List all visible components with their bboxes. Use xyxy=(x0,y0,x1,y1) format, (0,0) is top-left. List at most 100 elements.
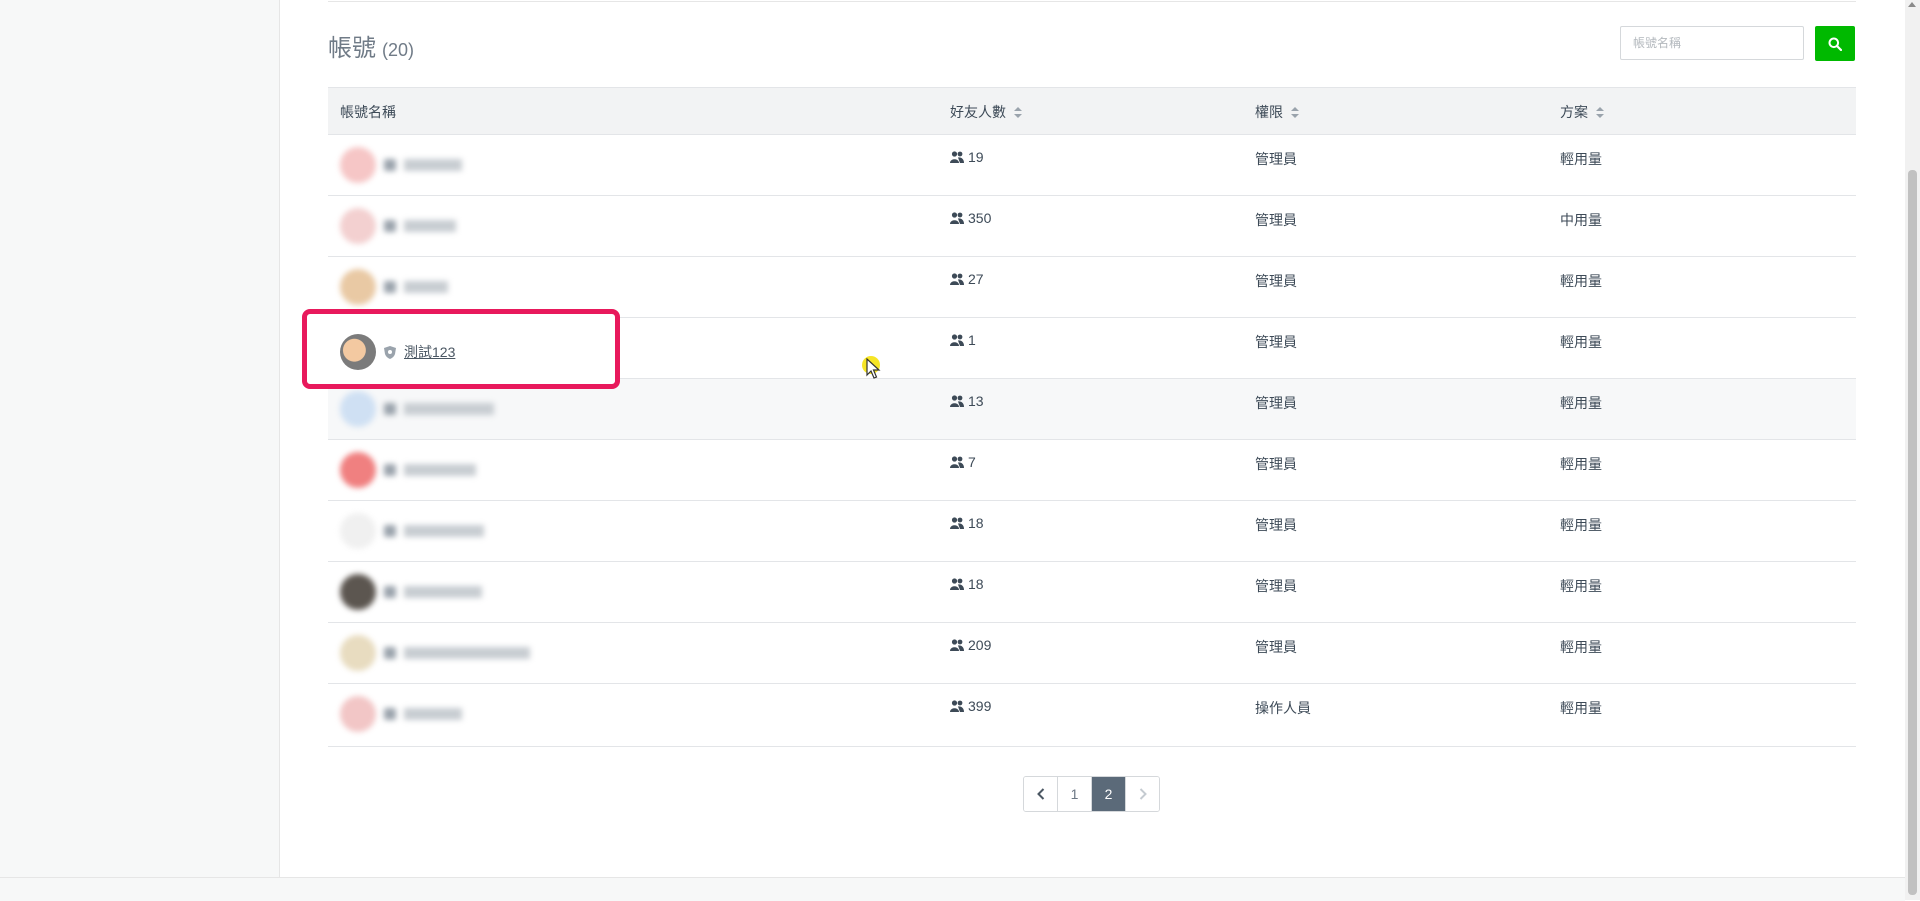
page-title-text: 帳號 xyxy=(328,35,376,62)
account-type-badge xyxy=(384,403,396,415)
account-cell[interactable] xyxy=(340,391,494,427)
table-row[interactable]: 19 管理員 輕用量 xyxy=(328,135,1856,196)
sort-icon xyxy=(1596,106,1604,118)
friends-icon xyxy=(950,395,964,407)
account-type-badge xyxy=(384,708,396,720)
plan-cell: 輕用量 xyxy=(1560,639,1602,655)
friends-cell: 18 xyxy=(950,515,984,531)
account-name-redacted xyxy=(404,159,462,171)
avatar xyxy=(340,696,376,732)
friends-cell: 1 xyxy=(950,332,976,348)
account-cell[interactable] xyxy=(340,513,484,549)
friends-cell: 27 xyxy=(950,271,984,287)
role-cell: 管理員 xyxy=(1255,395,1297,411)
highlight-box: 測試123 xyxy=(302,309,620,389)
avatar xyxy=(340,147,376,183)
table-row[interactable]: 399 操作人員 輕用量 xyxy=(328,684,1856,746)
friends-icon xyxy=(950,456,964,468)
plan-cell: 中用量 xyxy=(1560,212,1602,228)
scroll-up-icon[interactable] xyxy=(1908,2,1916,7)
account-type-badge xyxy=(384,525,396,537)
avatar xyxy=(340,391,376,427)
plan-cell: 輕用量 xyxy=(1560,151,1602,167)
friends-icon xyxy=(950,578,964,590)
sort-icon xyxy=(1291,106,1299,118)
account-cell[interactable] xyxy=(340,208,456,244)
accounts-table: 帳號名稱 好友人數 權限 方案 19 管理員 輕用量 350 管理員 中用量 2… xyxy=(328,87,1856,747)
account-count: (20) xyxy=(382,40,415,60)
prev-page-button[interactable] xyxy=(1024,777,1058,811)
account-type-badge xyxy=(384,281,396,293)
avatar xyxy=(340,452,376,488)
friends-count: 18 xyxy=(968,576,984,592)
avatar xyxy=(340,513,376,549)
friends-count: 209 xyxy=(968,637,992,653)
scrollbar-thumb[interactable] xyxy=(1908,170,1917,895)
friends-cell: 18 xyxy=(950,576,984,592)
account-name-redacted xyxy=(404,708,462,720)
search-input[interactable] xyxy=(1620,26,1804,60)
col-header-friends[interactable]: 好友人數 xyxy=(950,102,1022,122)
table-row[interactable]: 350 管理員 中用量 xyxy=(328,196,1856,257)
plan-cell: 輕用量 xyxy=(1560,578,1602,594)
role-cell: 管理員 xyxy=(1255,151,1297,167)
col-header-plan[interactable]: 方案 xyxy=(1560,102,1604,122)
avatar xyxy=(340,269,376,305)
friends-cell: 19 xyxy=(950,149,984,165)
col-header-permission[interactable]: 權限 xyxy=(1255,102,1299,122)
next-page-button[interactable] xyxy=(1126,777,1159,811)
friends-count: 7 xyxy=(968,454,976,470)
table-row[interactable]: 7 管理員 輕用量 xyxy=(328,440,1856,501)
account-type-badge xyxy=(384,586,396,598)
friends-icon xyxy=(950,212,964,224)
avatar xyxy=(340,574,376,610)
plan-cell: 輕用量 xyxy=(1560,456,1602,472)
search-icon xyxy=(1828,37,1842,51)
table-row[interactable]: 18 管理員 輕用量 xyxy=(328,562,1856,623)
table-row[interactable]: 209 管理員 輕用量 xyxy=(328,623,1856,684)
account-cell[interactable]: 測試123 xyxy=(340,334,455,370)
friends-count: 1 xyxy=(968,332,976,348)
mouse-cursor-icon xyxy=(866,358,881,379)
account-type-badge xyxy=(384,159,396,171)
friends-cell: 399 xyxy=(950,698,991,714)
plan-cell: 輕用量 xyxy=(1560,334,1602,350)
friends-icon xyxy=(950,273,964,285)
plan-cell: 輕用量 xyxy=(1560,517,1602,533)
page-button-2[interactable]: 2 xyxy=(1092,777,1126,811)
friends-count: 350 xyxy=(968,210,992,226)
friends-cell: 13 xyxy=(950,393,984,409)
page-button-1[interactable]: 1 xyxy=(1058,777,1092,811)
search-button[interactable] xyxy=(1815,26,1855,61)
table-header: 帳號名稱 好友人數 權限 方案 xyxy=(328,87,1856,135)
avatar xyxy=(340,334,376,370)
friends-count: 18 xyxy=(968,515,984,531)
table-bottom-rule xyxy=(328,746,1856,747)
role-cell: 操作人員 xyxy=(1255,700,1311,716)
account-cell[interactable] xyxy=(340,147,462,183)
page-title: 帳號 (20) xyxy=(328,28,414,63)
col-header-account-name: 帳號名稱 xyxy=(340,102,396,122)
col-header-label: 好友人數 xyxy=(950,104,1006,120)
account-name-link[interactable]: 測試123 xyxy=(404,342,455,362)
sort-icon xyxy=(1014,106,1022,118)
account-cell[interactable] xyxy=(340,696,462,732)
friends-count: 27 xyxy=(968,271,984,287)
account-name-redacted xyxy=(404,647,530,659)
plan-cell: 輕用量 xyxy=(1560,700,1602,716)
avatar xyxy=(340,208,376,244)
table-row[interactable]: 18 管理員 輕用量 xyxy=(328,501,1856,562)
pagination: 1 2 xyxy=(1023,776,1160,812)
friends-count: 19 xyxy=(968,149,984,165)
role-cell: 管理員 xyxy=(1255,334,1297,350)
scrollbar[interactable] xyxy=(1905,0,1920,900)
role-cell: 管理員 xyxy=(1255,578,1297,594)
account-cell[interactable] xyxy=(340,574,482,610)
account-cell[interactable] xyxy=(340,635,530,671)
col-header-label: 權限 xyxy=(1255,104,1283,120)
account-cell[interactable] xyxy=(340,269,448,305)
friends-cell: 209 xyxy=(950,637,991,653)
chevron-left-icon xyxy=(1036,788,1044,800)
account-cell[interactable] xyxy=(340,452,476,488)
friends-icon xyxy=(950,517,964,529)
